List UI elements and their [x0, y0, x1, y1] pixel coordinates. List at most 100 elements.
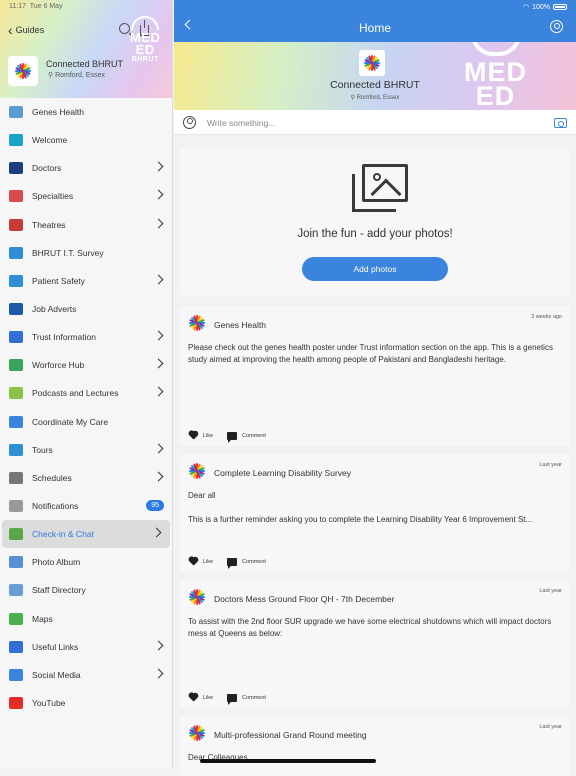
chevron-right-icon: [153, 471, 164, 482]
sidebar-item[interactable]: Genes Health: [0, 98, 172, 126]
org-name: Connected BHRUT: [46, 59, 124, 69]
post-card[interactable]: Genes Health 3 weeks ago Please check out …: [180, 306, 570, 446]
heart-icon[interactable]: [188, 557, 198, 566]
back-label: Guides: [15, 25, 45, 35]
sidebar-item[interactable]: Specialties: [0, 182, 172, 210]
sidebar-item-label: Maps: [32, 613, 53, 624]
youtube-icon: [9, 697, 23, 710]
podcast-icon: [9, 387, 23, 400]
like-button[interactable]: Like: [203, 695, 213, 701]
sidebar-item[interactable]: Podcasts and Lectures: [0, 379, 172, 407]
post-author-logo: [188, 462, 206, 480]
meded-ring: [470, 42, 521, 56]
home-indicator[interactable]: [200, 759, 376, 763]
sidebar-item-label: Tours: [32, 444, 53, 455]
schedules-icon: [9, 471, 23, 484]
workforce-icon: [9, 359, 23, 372]
meded-logo: MED ED: [464, 42, 527, 110]
comment-icon[interactable]: [227, 557, 238, 569]
photo-prompt: Join the fun - add your photos!: [297, 228, 453, 240]
sidebar-item[interactable]: Social Media: [0, 661, 172, 689]
chevron-right-icon: [153, 443, 164, 454]
like-button[interactable]: Like: [203, 559, 213, 565]
search-icon[interactable]: [119, 23, 130, 34]
heart-icon[interactable]: [188, 693, 198, 702]
sidebar-item-label: Patient Safety: [32, 275, 85, 286]
survey-icon: [9, 246, 23, 259]
post-paragraph: This is a further reminder asking you to…: [188, 515, 533, 524]
sidebar-item[interactable]: BHRUT I.T. Survey: [0, 239, 172, 267]
page-title: Home: [358, 21, 391, 35]
tours-icon: [9, 443, 23, 456]
post-composer[interactable]: Write something...: [174, 110, 576, 135]
post-actions: Like Comment: [188, 557, 266, 569]
sidebar-item[interactable]: Worforce Hub: [0, 351, 172, 379]
sidebar-item[interactable]: Trust Information: [0, 323, 172, 351]
sidebar-item[interactable]: Doctors: [0, 154, 172, 182]
sidebar-item-label: Social Media: [32, 669, 81, 680]
comment-button[interactable]: Comment: [242, 559, 266, 565]
post-title[interactable]: Multi-professional Grand Round meeting: [214, 730, 367, 740]
brand-line: ED: [475, 81, 516, 110]
sidebar-item-label: Specialties: [32, 191, 74, 202]
sidebar-item[interactable]: Theatres: [0, 211, 172, 239]
pinwheel-icon: [189, 725, 205, 741]
status-right: ◠ 100%: [523, 3, 567, 11]
post-card[interactable]: Doctors Mess Ground Floor QH - 7th Decem…: [180, 580, 570, 708]
user-icon[interactable]: [550, 20, 563, 33]
camera-icon[interactable]: [554, 118, 567, 128]
post-card[interactable]: Complete Learning Disability Survey Last …: [180, 454, 570, 572]
org-logo: [359, 50, 385, 76]
post-paragraph: To assist with the 2nd floor SUR upgrade…: [188, 617, 552, 638]
sidebar-item[interactable]: Useful Links: [0, 633, 172, 661]
sidebar-item-label: Notifications: [32, 501, 79, 512]
post-card[interactable]: Multi-professional Grand Round meeting La…: [180, 716, 570, 776]
sidebar-item[interactable]: Welcome: [0, 126, 172, 154]
comment-button[interactable]: Comment: [242, 433, 266, 439]
sidebar-item[interactable]: Staff Directory: [0, 576, 172, 604]
post-author-logo: [188, 314, 206, 332]
photos-icon-front: [362, 164, 408, 202]
chevron-right-icon: [153, 386, 164, 397]
sidebar: ‹ Guides MED ED BHRUT Connected BHRUT ⚲ …: [0, 0, 173, 768]
sidebar-item-label: Schedules: [32, 472, 72, 483]
sidebar-item[interactable]: Check-in & Chat: [2, 520, 170, 549]
photos-icon-mountain: [370, 178, 402, 199]
post-title[interactable]: Doctors Mess Ground Floor QH - 7th Decem…: [214, 594, 394, 604]
like-button[interactable]: Like: [203, 433, 213, 439]
sidebar-item[interactable]: Schedules: [0, 464, 172, 492]
pinwheel-icon: [189, 315, 205, 331]
post-title[interactable]: Genes Health: [214, 320, 266, 330]
comment-icon[interactable]: [227, 431, 238, 443]
comment-icon[interactable]: [227, 693, 238, 705]
wifi-icon: ◠: [522, 4, 530, 11]
sidebar-header: ‹ Guides MED ED BHRUT Connected BHRUT ⚲ …: [0, 0, 172, 98]
welcome-icon: [9, 134, 23, 147]
post-body: Dear Colleagues,: [188, 752, 560, 776]
sidebar-item-label: Useful Links: [32, 641, 79, 652]
sidebar-item[interactable]: Notifications 95: [0, 492, 172, 520]
photo-icon: [9, 556, 23, 569]
pinwheel-icon: [189, 589, 205, 605]
back-to-guides-button[interactable]: ‹ Guides: [8, 23, 45, 37]
meded-ring: [131, 16, 160, 30]
sidebar-item[interactable]: Maps: [0, 605, 172, 633]
post-timestamp: Last year: [539, 588, 562, 594]
heart-icon[interactable]: [188, 431, 198, 440]
sidebar-item[interactable]: Job Adverts: [0, 295, 172, 323]
comment-button[interactable]: Comment: [242, 695, 266, 701]
sidebar-item[interactable]: Patient Safety: [0, 267, 172, 295]
status-bar: 11:17 Tue 6 May ◠ 100%: [0, 0, 576, 14]
sidebar-item-label: YouTube: [32, 698, 66, 709]
sidebar-item[interactable]: Photo Album: [0, 548, 172, 576]
post-body: Please check out the genes health poster…: [188, 342, 560, 378]
chevron-right-icon: [153, 668, 164, 679]
chevron-right-icon: [153, 161, 164, 172]
sidebar-item[interactable]: Tours: [0, 436, 172, 464]
composer-placeholder[interactable]: Write something...: [207, 118, 275, 128]
sidebar-item[interactable]: Coordinate My Care: [0, 408, 172, 436]
post-actions: Like Comment: [188, 693, 266, 705]
post-title[interactable]: Complete Learning Disability Survey: [214, 468, 351, 478]
sidebar-item[interactable]: YouTube: [0, 689, 172, 717]
add-photos-button[interactable]: Add photos: [302, 257, 448, 281]
